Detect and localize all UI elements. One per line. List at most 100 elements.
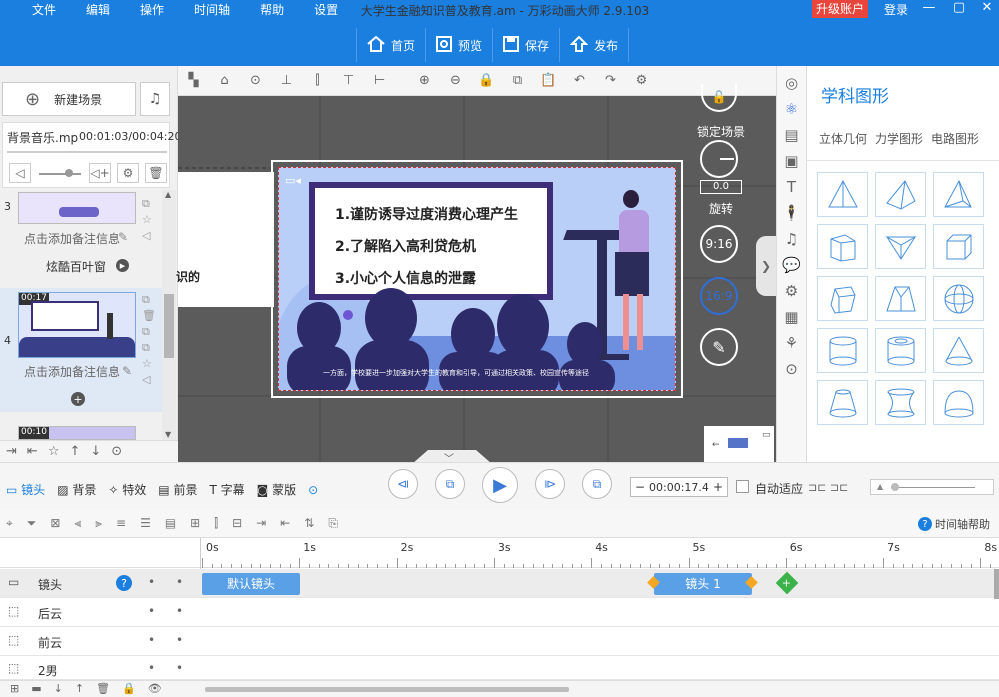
trash-icon[interactable]: 🗑 bbox=[145, 163, 167, 183]
scene-thumbnail-selected[interactable]: 00:17 bbox=[18, 292, 136, 358]
bubble-icon[interactable]: 💬 bbox=[782, 256, 801, 274]
lock-dot[interactable]: • bbox=[176, 633, 183, 647]
tab-foreground[interactable]: ▤ 前景 bbox=[158, 481, 197, 498]
edit-icon[interactable]: ✎ bbox=[118, 230, 128, 244]
filter-icon[interactable]: ⏷ bbox=[27, 516, 37, 531]
align-icon[interactable]: ▚ bbox=[178, 73, 209, 88]
visibility-dot[interactable]: • bbox=[148, 575, 155, 589]
tab-background[interactable]: ▨ 背景 bbox=[57, 481, 96, 498]
add-layer-icon[interactable]: ⊞ bbox=[10, 682, 19, 695]
home-button[interactable]: 首页 bbox=[356, 28, 425, 62]
volume-knob[interactable] bbox=[65, 169, 73, 177]
align-center-icon[interactable]: ⊤ bbox=[333, 73, 364, 88]
zoom-out-icon[interactable]: ⊖ bbox=[440, 73, 471, 88]
time-field[interactable]: 00:00:17.4 bbox=[649, 481, 709, 494]
add-camera-icon[interactable]: + bbox=[775, 571, 799, 595]
hyperboloid-shape[interactable] bbox=[875, 380, 926, 425]
tab-effects[interactable]: ✧ 特效 bbox=[108, 481, 146, 498]
gear-icon[interactable]: ⚙ bbox=[117, 163, 139, 183]
help-icon[interactable]: ? bbox=[116, 575, 132, 591]
stack-icon[interactable]: ☰ bbox=[140, 516, 151, 531]
menu-edit[interactable]: 编辑 bbox=[86, 0, 110, 20]
tetrahedron-shape[interactable] bbox=[875, 172, 926, 217]
forward-icon[interactable]: ⧐ bbox=[535, 469, 565, 499]
paste-icon[interactable]: 📋 bbox=[533, 73, 564, 88]
maximize-icon[interactable]: ▢ bbox=[944, 0, 974, 18]
layers-icon[interactable]: ▤ bbox=[784, 126, 798, 144]
clip-default-camera[interactable]: 默认镜头 bbox=[202, 573, 300, 595]
visibility-dot[interactable]: • bbox=[148, 633, 155, 647]
grid-icon[interactable]: ⊞ bbox=[190, 516, 200, 531]
copy-icon[interactable]: ⧉ bbox=[502, 73, 533, 88]
move-down-icon[interactable]: ↓ bbox=[90, 444, 101, 459]
ruler-ticks[interactable]: 0s 1s 2s 3s 4s 5s 6s 7s 8s bbox=[202, 538, 999, 568]
next-scene-icon[interactable]: ⧉ bbox=[582, 469, 612, 499]
minus-icon[interactable]: − bbox=[631, 480, 649, 494]
shape-icon[interactable]: ◎ bbox=[785, 74, 798, 92]
distribute-icon[interactable]: ≡ bbox=[116, 516, 126, 531]
edit-icon[interactable]: ✎ bbox=[122, 364, 132, 378]
zoom-knob[interactable] bbox=[891, 483, 899, 491]
scene-thumbnail[interactable]: 00:10 bbox=[18, 426, 136, 440]
offstage-card[interactable]: 识的 bbox=[176, 172, 274, 307]
video-icon[interactable]: ▦ bbox=[784, 308, 798, 326]
lock-dot[interactable]: • bbox=[176, 661, 183, 675]
preview-button[interactable]: 预览 bbox=[425, 28, 492, 62]
zoom-in-icon[interactable]: ⊕ bbox=[409, 73, 440, 88]
move-down-icon[interactable]: ↓ bbox=[54, 682, 63, 695]
trash-icon[interactable]: 🗑 bbox=[96, 682, 110, 695]
ratio-9-16-button[interactable]: 9:16 bbox=[700, 225, 738, 263]
timeline-help[interactable]: ? 时间轴帮助 bbox=[918, 516, 990, 532]
science-shape-icon[interactable]: ⚛ bbox=[785, 100, 798, 118]
undo-icon[interactable]: ↶ bbox=[564, 73, 595, 88]
magic-icon[interactable]: ⚘ bbox=[785, 334, 798, 352]
add-scene-icon[interactable]: + bbox=[71, 392, 85, 406]
scroll-up-icon[interactable]: ▲ bbox=[165, 190, 171, 199]
menu-file[interactable]: 文件 bbox=[32, 0, 56, 20]
play-icon[interactable]: ▶ bbox=[482, 467, 518, 503]
frustum-shape[interactable] bbox=[875, 276, 926, 321]
clear-icon[interactable]: ⊠ bbox=[50, 516, 60, 531]
login-button[interactable]: 登录 bbox=[884, 1, 908, 18]
slide[interactable]: 1.谨防诱导过度消费心理产生 2.了解陷入高利贷危机 3.小心个人信息的泄露 一… bbox=[278, 167, 676, 391]
text-icon[interactable]: T bbox=[787, 178, 796, 196]
sphere-shape[interactable] bbox=[933, 276, 984, 321]
close-icon[interactable]: ✕ bbox=[972, 0, 999, 18]
prev-scene-icon[interactable]: ⧏ bbox=[388, 469, 418, 499]
hollow-cylinder-shape[interactable] bbox=[875, 328, 926, 373]
more-icon[interactable]: ⊙ bbox=[111, 444, 122, 459]
move-up-icon[interactable]: ↑ bbox=[75, 682, 84, 695]
tab-circuit[interactable]: 电路图形 bbox=[931, 130, 979, 147]
clip-camera-1[interactable]: 镜头 1 bbox=[654, 573, 752, 595]
hexagonal-prism-shape[interactable] bbox=[817, 276, 868, 321]
scroll-thumb[interactable] bbox=[164, 294, 174, 358]
minimap-collapse-icon[interactable]: ▭ bbox=[762, 430, 771, 440]
outdent-icon[interactable]: ⇤ bbox=[280, 516, 290, 531]
triangular-prism-shape[interactable] bbox=[875, 224, 926, 269]
visibility-dot[interactable]: • bbox=[148, 604, 155, 618]
track-row-camera[interactable]: ▭ 镜头 ? • • 默认镜头 镜头 1 + bbox=[0, 569, 999, 598]
merge-icon[interactable]: ⊟ bbox=[232, 516, 242, 531]
music-icon[interactable]: ♫ bbox=[785, 230, 798, 248]
hemisphere-shape[interactable] bbox=[933, 380, 984, 425]
track-row[interactable]: ⬚ 后云 • • bbox=[0, 598, 999, 627]
lock-dot[interactable]: • bbox=[176, 604, 183, 618]
lock-dot[interactable]: • bbox=[176, 575, 183, 589]
scene-thumbnail[interactable] bbox=[18, 192, 136, 224]
scene-note[interactable]: 点击添加备注信息 bbox=[24, 363, 120, 380]
fit-icons[interactable]: ⊐⊏ ⊐⊏ bbox=[808, 481, 848, 494]
track-row[interactable]: ⬚ 前云 • • bbox=[0, 627, 999, 656]
time-stepper[interactable]: − 00:00:17.4 + bbox=[630, 477, 728, 497]
zoom-slider[interactable]: ▲ bbox=[870, 479, 994, 495]
menu-operate[interactable]: 操作 bbox=[140, 0, 164, 20]
volume-down-icon[interactable]: ◁ bbox=[9, 163, 31, 183]
image-icon[interactable]: ▣ bbox=[784, 152, 798, 170]
align-middle-icon[interactable]: ⊢ bbox=[364, 73, 395, 88]
play-transition-icon[interactable]: ▶ bbox=[116, 259, 129, 272]
expand-panel-icon[interactable]: ❯ bbox=[756, 236, 776, 296]
more-icon[interactable]: ⊙ bbox=[308, 483, 318, 497]
triangular-pyramid-shape[interactable] bbox=[933, 172, 984, 217]
tab-subtitle[interactable]: T 字幕 bbox=[209, 481, 244, 498]
tab-camera[interactable]: ▭ 镜头 bbox=[6, 481, 45, 498]
volume-up-icon[interactable]: ◁+ bbox=[89, 163, 111, 183]
